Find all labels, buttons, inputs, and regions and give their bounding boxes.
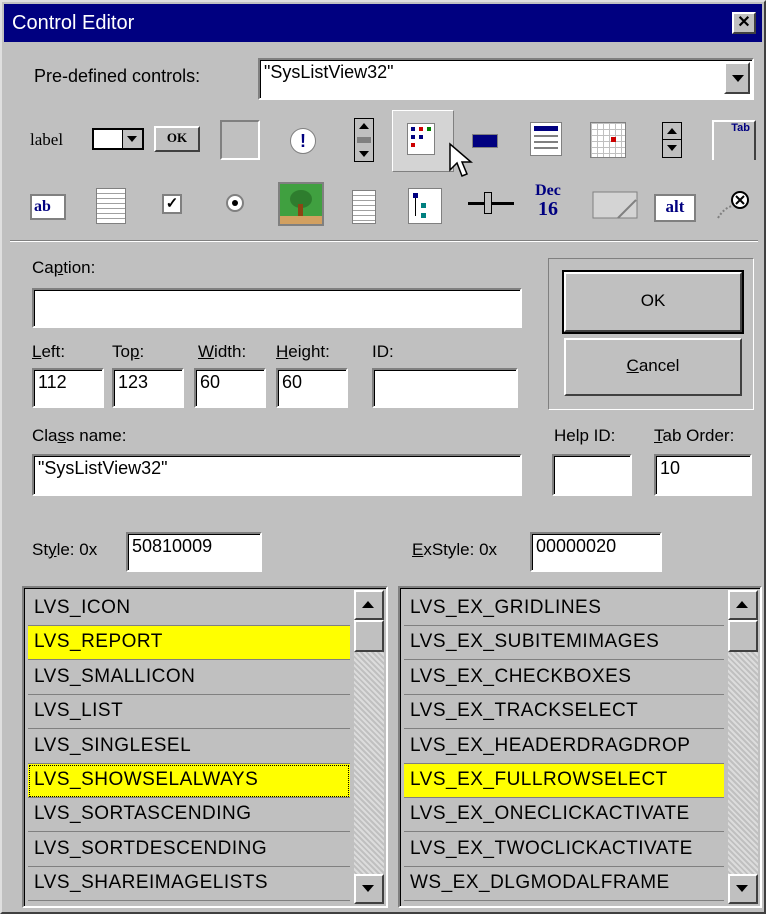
scroll-down-button[interactable] (728, 874, 758, 904)
scroll-up-button[interactable] (354, 590, 384, 620)
window-title: Control Editor (12, 12, 135, 34)
list-item[interactable]: LVS_EX_SUBITEMIMAGES (404, 626, 724, 661)
predefined-value: "SysListView32" (264, 62, 394, 82)
listbox-tool-icon[interactable] (352, 190, 376, 224)
dropdown-arrow-button[interactable] (724, 62, 750, 94)
chevron-up-icon (736, 601, 748, 608)
list-item[interactable]: LVS_EX_CHECKBOXES (404, 660, 724, 695)
list-item[interactable]: LVS_EX_ONECLICKACTIVATE (404, 798, 724, 833)
cancel-button[interactable]: Cancel (564, 338, 742, 396)
picture-tool-icon[interactable] (278, 182, 324, 226)
button-tool-icon[interactable]: OK (154, 126, 200, 152)
spin-tool-icon[interactable] (662, 122, 682, 158)
left-label: Left: (32, 342, 66, 361)
list-item[interactable]: LVS_EX_HEADERDRAGDROP (404, 729, 724, 764)
top-label: Top: (112, 342, 145, 361)
progress-tool-icon[interactable] (472, 134, 498, 148)
vscroll-tool-icon[interactable] (354, 118, 374, 162)
style-input[interactable]: 50810009 (126, 532, 262, 572)
edit-tool-icon[interactable]: ab (30, 194, 66, 220)
richedit-tool-icon[interactable] (96, 188, 126, 224)
list-item[interactable]: WS_EX_DLGMODALFRAME (404, 867, 724, 902)
classname-label: Class name: (32, 426, 127, 445)
left-input[interactable]: 112 (32, 368, 104, 408)
control-editor-window: Control Editor ✕ Pre-defined controls: "… (0, 0, 766, 914)
width-label: Width: (198, 342, 247, 361)
list-item[interactable]: LVS_EX_GRIDLINES (404, 592, 724, 626)
list-item[interactable]: LVS_SORTASCENDING (28, 798, 350, 833)
checkbox-tool-icon[interactable]: ✓ (162, 194, 182, 214)
list-item[interactable]: LVS_EX_FULLROWSELECT (404, 764, 724, 798)
ipaddress-tool-icon[interactable]: alt (654, 194, 696, 222)
predefined-controls-dropdown[interactable]: "SysListView32" (258, 58, 754, 100)
id-label: ID: (372, 342, 394, 361)
combobox-tool-icon[interactable] (92, 128, 144, 150)
list-item[interactable]: LVS_EX_TRACKSELECT (404, 695, 724, 730)
list-item[interactable]: LVS_SINGLESEL (28, 729, 350, 764)
list-item[interactable]: LVS_EX_TWOCLICKACTIVATE (404, 832, 724, 867)
list-item[interactable]: LVS_ICON (28, 592, 350, 626)
height-input[interactable]: 60 (276, 368, 348, 408)
style-listbox[interactable]: LVS_ICON LVS_REPORT LVS_SMALLICON LVS_LIST L… (22, 586, 388, 908)
chevron-down-icon (732, 75, 744, 82)
predefined-label: Pre-defined controls: (34, 66, 201, 86)
radio-tool-icon[interactable] (226, 194, 244, 212)
toolbar-separator (10, 240, 758, 242)
scroll-up-button[interactable] (728, 590, 758, 620)
exstyle-label: ExStyle: 0x (412, 540, 498, 559)
slider-tool-icon[interactable] (468, 192, 514, 214)
chevron-up-icon (362, 601, 374, 608)
datetime-tool-icon[interactable]: Dec 16 (528, 182, 568, 224)
scroll-thumb[interactable] (354, 620, 384, 652)
style-label: Style: 0x (32, 540, 98, 559)
title-bar[interactable]: Control Editor ✕ (4, 4, 762, 42)
exstyle-listbox[interactable]: LVS_EX_GRIDLINES LVS_EX_SUBITEMIMAGES LVS_… (398, 586, 762, 908)
ok-button[interactable]: OK (562, 270, 744, 334)
list-item[interactable]: LVS_LIST (28, 695, 350, 730)
list-item[interactable]: LVS_SHAREIMAGELISTS (28, 867, 350, 902)
style-scrollbar[interactable] (354, 590, 384, 904)
hotkey-tool-icon[interactable] (592, 188, 640, 222)
list-item[interactable]: LVS_SMALLICON (28, 660, 350, 695)
exstyle-scrollbar[interactable] (728, 590, 758, 904)
top-input[interactable]: 123 (112, 368, 184, 408)
caption-label: Caption: (32, 258, 96, 277)
list-item[interactable]: LVS_REPORT (28, 626, 350, 661)
monthcal-tool-icon[interactable] (590, 122, 626, 158)
chevron-down-icon (736, 885, 748, 892)
close-button[interactable]: ✕ (732, 12, 756, 34)
groupbox-tool-icon[interactable] (220, 120, 260, 160)
exstyle-input[interactable]: 00000020 (530, 532, 662, 572)
chevron-down-icon (362, 885, 374, 892)
caption-input[interactable] (32, 288, 522, 328)
width-input[interactable]: 60 (194, 368, 266, 408)
id-input[interactable] (372, 368, 518, 408)
tab-tool-icon[interactable]: Tab (712, 120, 756, 160)
scroll-down-button[interactable] (354, 874, 384, 904)
label-tool-icon[interactable]: label (30, 130, 63, 150)
classname-input[interactable]: "SysListView32" (32, 454, 522, 496)
header-tool-icon[interactable] (530, 122, 562, 156)
list-item[interactable]: LVS_SORTDESCENDING (28, 832, 350, 867)
height-label: Height: (276, 342, 330, 361)
scroll-thumb[interactable] (728, 620, 758, 652)
animate-tool-icon[interactable] (712, 184, 756, 224)
helpid-label: Help ID: (554, 426, 616, 445)
taborder-input[interactable]: 10 (654, 454, 752, 496)
list-item[interactable]: LVS_SHOWSELALWAYS (28, 764, 350, 798)
close-icon: ✕ (737, 14, 751, 31)
taborder-label: Tab Order: (654, 426, 735, 445)
treeview-tool-icon[interactable] (408, 188, 442, 224)
listview-tool-icon[interactable] (392, 110, 454, 172)
icon-tool-icon[interactable]: ! (290, 128, 316, 154)
helpid-input[interactable] (552, 454, 632, 496)
